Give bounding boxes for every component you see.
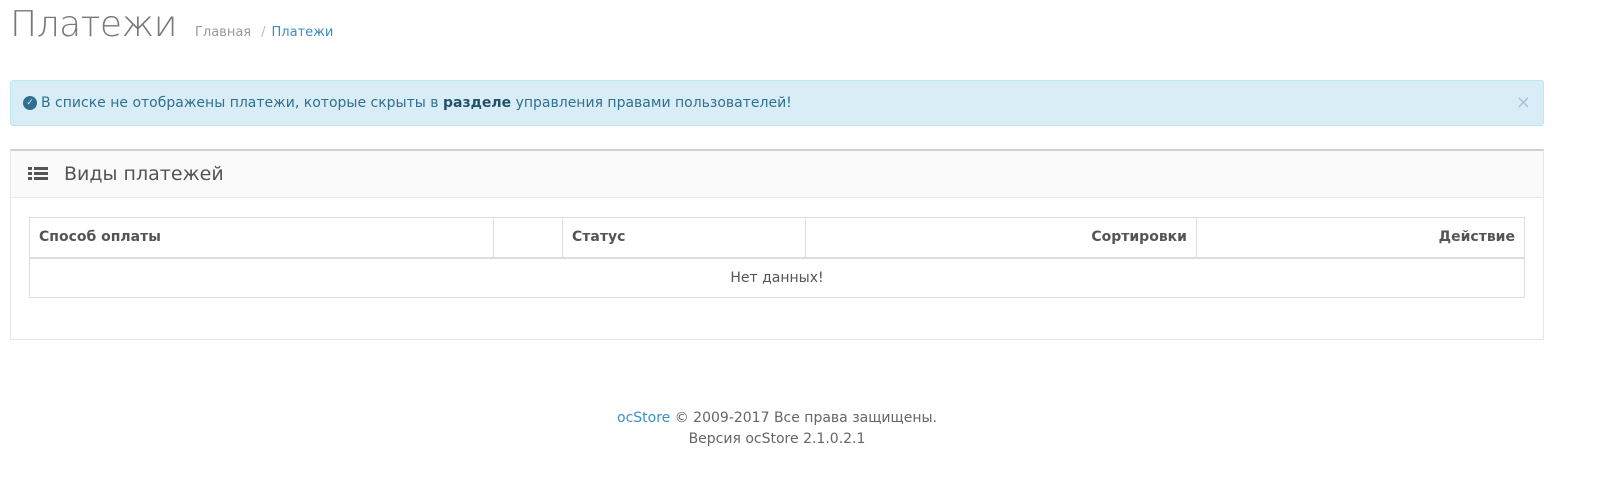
page-title: Платежи [10,4,177,45]
alert-close-button[interactable]: × [1516,93,1531,113]
panel-title: Виды платежей [64,163,224,185]
empty-message: Нет данных! [29,257,1525,298]
alert-section-word: разделе [442,95,512,111]
table-row: Нет данных! [29,257,1525,298]
list-icon [28,167,48,181]
check-circle-icon: ✓ [23,96,37,110]
footer-copyright-line: ocStore © 2009-2017 Все права защищены. [0,408,1554,429]
column-header-blank [493,217,563,259]
footer: ocStore © 2009-2017 Все права защищены. … [0,408,1554,450]
footer-copyright: © 2009-2017 Все права защищены. [674,410,937,426]
breadcrumb-separator: / [261,25,266,40]
page-header: Платежи Главная / Платежи [10,0,333,60]
panel-heading: Виды платежей [11,151,1543,198]
payments-table: Способ оплаты Статус Сортировки Действие… [29,217,1525,298]
breadcrumb-current-link[interactable]: Платежи [272,25,334,40]
breadcrumb-home-link[interactable]: Главная [195,25,251,40]
payments-table-wrap: Способ оплаты Статус Сортировки Действие… [29,217,1525,298]
column-header-sort[interactable]: Сортировки [805,217,1197,259]
payments-panel: Виды платежей Способ оплаты Статус Сорти… [10,149,1544,340]
column-header-action: Действие [1196,217,1525,259]
table-header-row: Способ оплаты Статус Сортировки Действие [29,217,1525,259]
alert-text-before: В списке не отображены платежи, которые … [41,95,439,111]
alert-text-after: управления правами пользователей! [515,95,792,111]
info-alert: ✓ В списке не отображены платежи, которы… [10,80,1544,126]
footer-version: Версия ocStore 2.1.0.2.1 [688,431,866,447]
footer-brand-link[interactable]: ocStore [617,410,670,426]
column-header-status[interactable]: Статус [562,217,806,259]
column-header-method[interactable]: Способ оплаты [29,217,494,259]
breadcrumb: Главная / Платежи [195,25,333,40]
